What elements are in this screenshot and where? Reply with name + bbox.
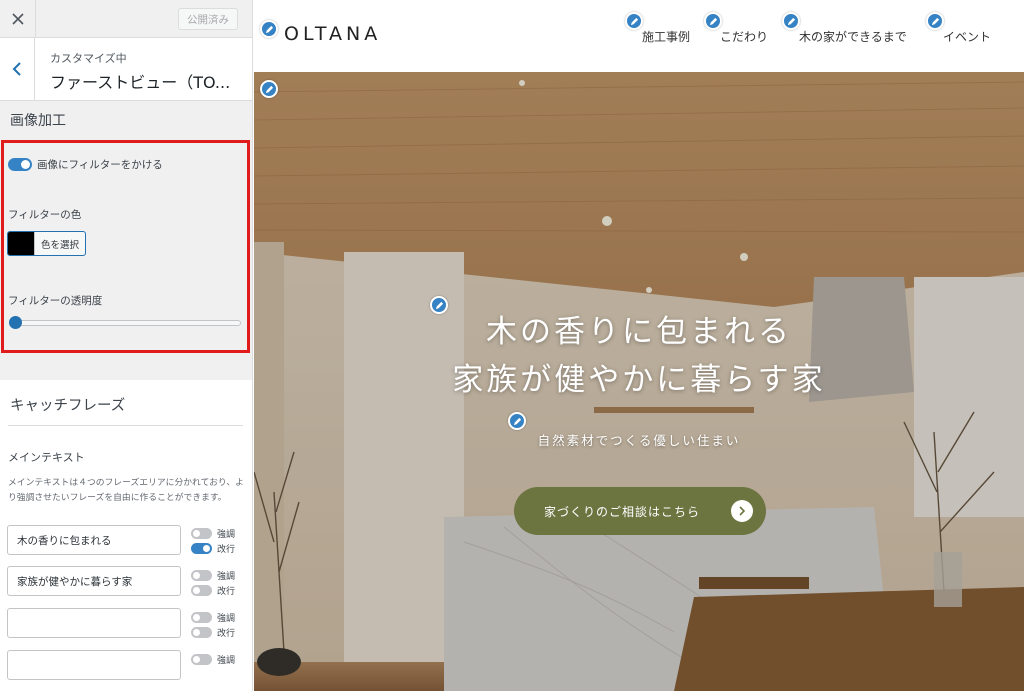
phrase-input-1[interactable]: 木の香りに包まれる [7,525,181,555]
section-header: カスタマイズ中 ファーストビュー（TO... [0,38,252,101]
filter-color-label: フィルターの色 [8,209,82,221]
emphasis-label: 強調 [217,572,236,582]
phrase-4-emphasis: 強調 [191,653,235,666]
filter-opacity-label: フィルターの透明度 [8,295,103,307]
customizer-topbar: 公開済み [0,0,252,38]
catchphrase-title: キャッチフレーズ [10,398,126,414]
linebreak-label: 改行 [217,629,236,639]
close-icon [11,12,24,25]
emphasis-label: 強調 [217,530,236,540]
site-header: OLTANA 施工事例 こだわり 木の家ができるまで イベント [254,0,1024,72]
phrase-3-linebreak: 改行 [191,626,235,639]
linebreak-toggle[interactable] [191,627,212,638]
customizer-sidebar: 公開済み カスタマイズ中 ファーストビュー（TO... 画像加工 画像にフィルタ… [0,0,253,691]
color-swatch [8,232,34,255]
edit-shortcut-hero[interactable] [260,80,278,98]
phrase-3-emphasis: 強調 [191,611,235,624]
site-logo[interactable]: OLTANA [284,23,381,45]
customizing-label: カスタマイズ中 [50,52,127,65]
filter-toggle-row: 画像にフィルターをかける [8,157,163,172]
pencil-icon [709,17,717,25]
chevron-right-icon [731,500,753,522]
emphasis-toggle[interactable] [191,570,212,581]
linebreak-toggle[interactable] [191,543,212,554]
cta-label: 家づくりのご相談はこちら [544,504,701,519]
phrase-input-4[interactable] [7,650,181,680]
hero-catchphrase-line-1: 木の香りに包まれる [486,314,792,350]
nav-item-event[interactable]: イベント [943,28,991,45]
nav-item-process[interactable]: 木の家ができるまで [799,28,907,45]
opacity-slider-track[interactable] [10,320,241,326]
emphasis-toggle[interactable] [191,528,212,539]
filter-color-picker[interactable]: 色を選択 [7,231,87,256]
hero-subline: 自然素材でつくる優しい住まい [537,433,741,448]
pencil-icon [630,17,638,25]
nav-item-commitment[interactable]: こだわり [720,28,768,45]
edit-shortcut-nav[interactable] [782,12,800,30]
pencil-icon [513,417,521,425]
filter-toggle[interactable] [8,158,32,171]
nav-item-works[interactable]: 施工事例 [642,28,690,45]
phrase-1-linebreak: 改行 [191,542,235,555]
emphasis-label: 強調 [217,656,236,666]
edit-shortcut-logo[interactable] [260,20,278,38]
hero-catchphrase-line-2: 家族が健やかに暮らす家 [452,362,826,398]
opacity-slider-thumb[interactable] [8,316,22,329]
edit-shortcut-nav[interactable] [625,12,643,30]
publish-button[interactable]: 公開済み [178,8,238,30]
hero-section: 木の香りに包まれる 家族が健やかに暮らす家 自然素材でつくる優しい住まい 家づく… [254,72,1024,691]
emphasis-toggle[interactable] [191,612,212,623]
phrase-2-emphasis: 強調 [191,569,235,582]
chevron-left-icon [12,62,21,76]
linebreak-label: 改行 [217,587,236,597]
linebreak-toggle[interactable] [191,585,212,596]
linebreak-label: 改行 [217,545,236,555]
edit-shortcut-nav[interactable] [926,12,944,30]
phrase-1-emphasis: 強調 [191,527,235,540]
select-color-button[interactable]: 色を選択 [34,232,85,255]
section-title: ファーストビュー（TO... [50,73,231,92]
phrase-2-linebreak: 改行 [191,584,235,597]
filter-toggle-label: 画像にフィルターをかける [37,159,163,171]
pencil-icon [787,17,795,25]
edit-shortcut-subline[interactable] [508,412,526,430]
main-text-description: メインテキストは４つのフレーズエリアに分かれており、より強調させたいフレーズを自… [8,478,244,503]
back-button[interactable] [0,38,35,100]
pencil-icon [931,17,939,25]
pencil-icon [265,25,273,33]
divider [8,425,243,426]
phrase-input-3[interactable] [7,608,181,638]
emphasis-label: 強調 [217,614,236,624]
phrase-input-2[interactable]: 家族が健やかに暮らす家 [7,566,181,596]
image-processing-title: 画像加工 [10,113,66,129]
main-text-label: メインテキスト [8,451,85,464]
emphasis-toggle[interactable] [191,654,212,665]
close-customizer-button[interactable] [0,0,36,37]
site-preview: OLTANA 施工事例 こだわり 木の家ができるまで イベント 木の香りに包まれ… [254,0,1024,691]
consultation-cta-button[interactable]: 家づくりのご相談はこちら [514,487,766,535]
pencil-icon [265,85,273,93]
